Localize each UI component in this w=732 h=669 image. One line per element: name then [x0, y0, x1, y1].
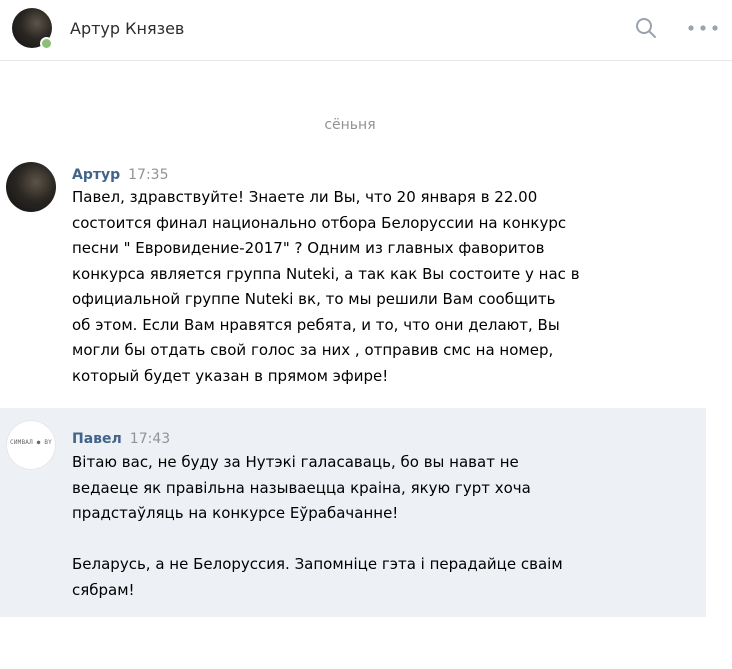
message-line: официальной группе Nuteki вк, то мы реши…: [72, 290, 556, 308]
message-line: об этом. Если Вам нравятся ребята, и то,…: [72, 315, 560, 334]
chat-title[interactable]: Артур Князев: [70, 19, 184, 38]
message-line: ведаеце як правільна называецца краіна, …: [72, 478, 531, 497]
message-author[interactable]: Павел: [72, 431, 122, 447]
message: СИМВАЛ ● BY Павел 17:43 Вітаю вас, не буд…: [0, 408, 706, 617]
search-button[interactable]: [634, 16, 658, 40]
message-line: состоится финал национально отбора Белор…: [72, 213, 567, 232]
message-time[interactable]: 17:35: [128, 167, 168, 183]
message-line: Павел, здравствуйте! Знаете ли Вы, что 2…: [72, 188, 538, 206]
message-line: могли бы отдать свой голос за них , отпр…: [72, 341, 554, 359]
message-text: Вітаю вас, не буду за Нутэкі галасаваць,…: [72, 450, 563, 603]
search-icon: [636, 18, 656, 38]
avatar-logo-text: СИМВАЛ ● BY: [10, 439, 52, 446]
more-button[interactable]: [684, 16, 722, 40]
message-time[interactable]: 17:43: [130, 431, 170, 447]
message-line: песни " Евровидение-2017" ? Одним из гла…: [72, 239, 545, 257]
message-author[interactable]: Артур: [72, 167, 120, 183]
avatar[interactable]: СИМВАЛ ● BY: [6, 420, 56, 470]
message-line: [72, 527, 563, 553]
message-line: прадстаўляць на конкурсе Еўрабачанне!: [72, 504, 399, 522]
message-line: конкурса является группа Nuteki, а так к…: [72, 264, 580, 283]
date-divider: сёньня: [324, 117, 376, 133]
message-line: который будет указан в прямом эфире!: [72, 366, 389, 385]
more-dots-icon: [688, 25, 718, 31]
online-indicator: [40, 37, 53, 50]
message-line: Беларусь, а не Белоруссия. Запомніце гэт…: [72, 555, 563, 573]
avatar[interactable]: [6, 162, 56, 212]
message-text: Павел, здравствуйте! Знаете ли Вы, что 2…: [72, 185, 580, 389]
message-header: Павел 17:43: [72, 428, 170, 447]
message: Артур 17:35 Павел, здравствуйте! Знаете л…: [0, 150, 706, 405]
message-line: Вітаю вас, не буду за Нутэкі галасаваць,…: [72, 453, 519, 471]
message-header: Артур 17:35: [72, 164, 168, 183]
chat-header: Артур Князев: [0, 0, 732, 61]
message-line: сябрам!: [72, 580, 135, 599]
